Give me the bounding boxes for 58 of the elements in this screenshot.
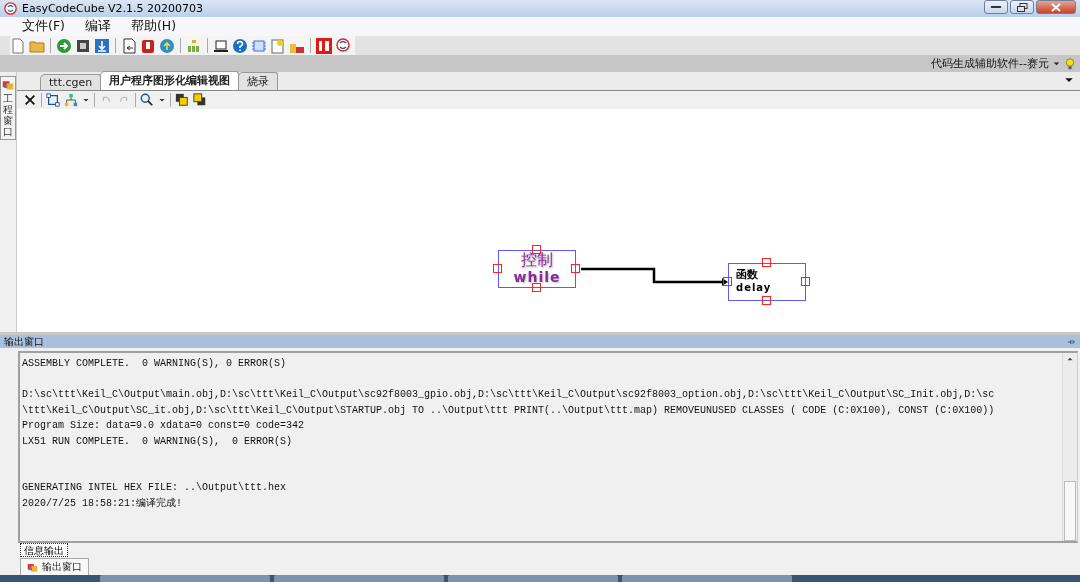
menu-item[interactable]: 帮助(H) [122, 18, 185, 35]
block-label: delay [735, 282, 773, 293]
arrow-circle-icon[interactable] [56, 37, 72, 54]
document-tab[interactable]: 用户程序图形化编辑视图 [100, 71, 240, 90]
output-tab[interactable]: 信息输出 [20, 543, 68, 557]
window-icon[interactable] [27, 561, 38, 573]
hint-text: 代码生成辅助软件--赛元 [931, 56, 1049, 71]
app-logo-icon[interactable] [4, 2, 17, 15]
minimize-icon [991, 5, 1001, 9]
output-line: \ttt\Keil_C\Output\SC_it.obj,D:\sc\ttt\Keil_C\Output\STARTUP.obj TO ..\Output\ttt PRINT(..\Output\ttt.map) REMOVEUNUSED CLASSES ( CODE (C:0X100), CONST (C:0X100)) [22, 403, 996, 418]
tree-icon[interactable] [64, 93, 78, 107]
light-bulb-icon[interactable] [1064, 56, 1076, 71]
window-title: EasyCodeCube V2.1.5 20200703 [22, 2, 204, 15]
resize-handle[interactable] [762, 296, 771, 305]
output-line: Program Size: data=9.0 xdata=0 const=0 code=342 [22, 419, 306, 433]
close-button[interactable] [1036, 0, 1076, 14]
restore-button[interactable] [1010, 0, 1034, 14]
output-line: 2020/7/25 18:58:21:编译完成! [22, 496, 184, 511]
document-arrow-icon[interactable] [121, 37, 137, 54]
restore-icon [1016, 2, 1028, 12]
output-window-tab[interactable]: 输出窗口 [20, 558, 89, 575]
output-line: LX51 RUN COMPLETE. 0 WARNING(S), 0 ERROR(S) [22, 434, 294, 449]
document-tab[interactable]: 烧录 [238, 72, 279, 90]
chip-outline-icon[interactable] [251, 37, 267, 54]
project-window-tab[interactable]: 工程窗口 [0, 76, 16, 140]
block-label: while [512, 269, 562, 285]
menu-item[interactable]: 文件(F) [14, 18, 73, 35]
block-title: 函数 [735, 267, 759, 282]
close-icon [1051, 2, 1061, 12]
search-icon[interactable] [140, 93, 154, 107]
control-block[interactable]: 控制 while [498, 250, 576, 288]
menu-item[interactable]: 编译 [76, 18, 119, 35]
resize-handle[interactable] [493, 264, 502, 273]
output-line: GENERATING INTEL HEX FILE: ..\Output\ttt.hex [22, 481, 288, 495]
resize-handle[interactable] [571, 264, 580, 273]
help-icon[interactable] [232, 37, 248, 54]
delete-icon[interactable] [23, 93, 37, 107]
download-icon[interactable] [94, 37, 110, 54]
resize-handle[interactable] [532, 245, 541, 254]
output-line: D:\sc\ttt\Keil_C\Output\main.obj,D:\sc\ttt\Keil_C\Output\sc92f8003_gpio.obj,D:\sc\ttt\Keil_C\Output\sc92f8003_option.obj,D:\sc\ttt\Keil_C\Output\SC_Init.obj,D:\sc [22, 388, 996, 402]
resize-handle[interactable] [762, 258, 771, 267]
panel-title: 输出窗口 [4, 334, 45, 349]
scrollbar[interactable] [1062, 353, 1077, 541]
minimize-button[interactable] [984, 0, 1008, 14]
bring-front-icon[interactable] [175, 93, 189, 107]
resize-handle[interactable] [532, 283, 541, 292]
chip-icon[interactable] [75, 37, 91, 54]
block-title: 控制 [520, 251, 554, 269]
selection-icon[interactable] [46, 93, 60, 107]
send-back-icon[interactable] [193, 93, 207, 107]
output-line: ASSEMBLY COMPLETE. 0 WARNING(S), 0 ERROR(S) [22, 357, 288, 371]
function-block[interactable]: 函数 delay [728, 263, 806, 301]
circle-logo-icon[interactable] [335, 37, 351, 54]
resize-handle[interactable] [801, 277, 810, 286]
resize-handle[interactable] [723, 277, 732, 286]
window-icon[interactable] [2, 79, 14, 91]
document-tab[interactable]: ttt.cgen [40, 74, 102, 90]
laptop-icon[interactable] [213, 37, 229, 54]
